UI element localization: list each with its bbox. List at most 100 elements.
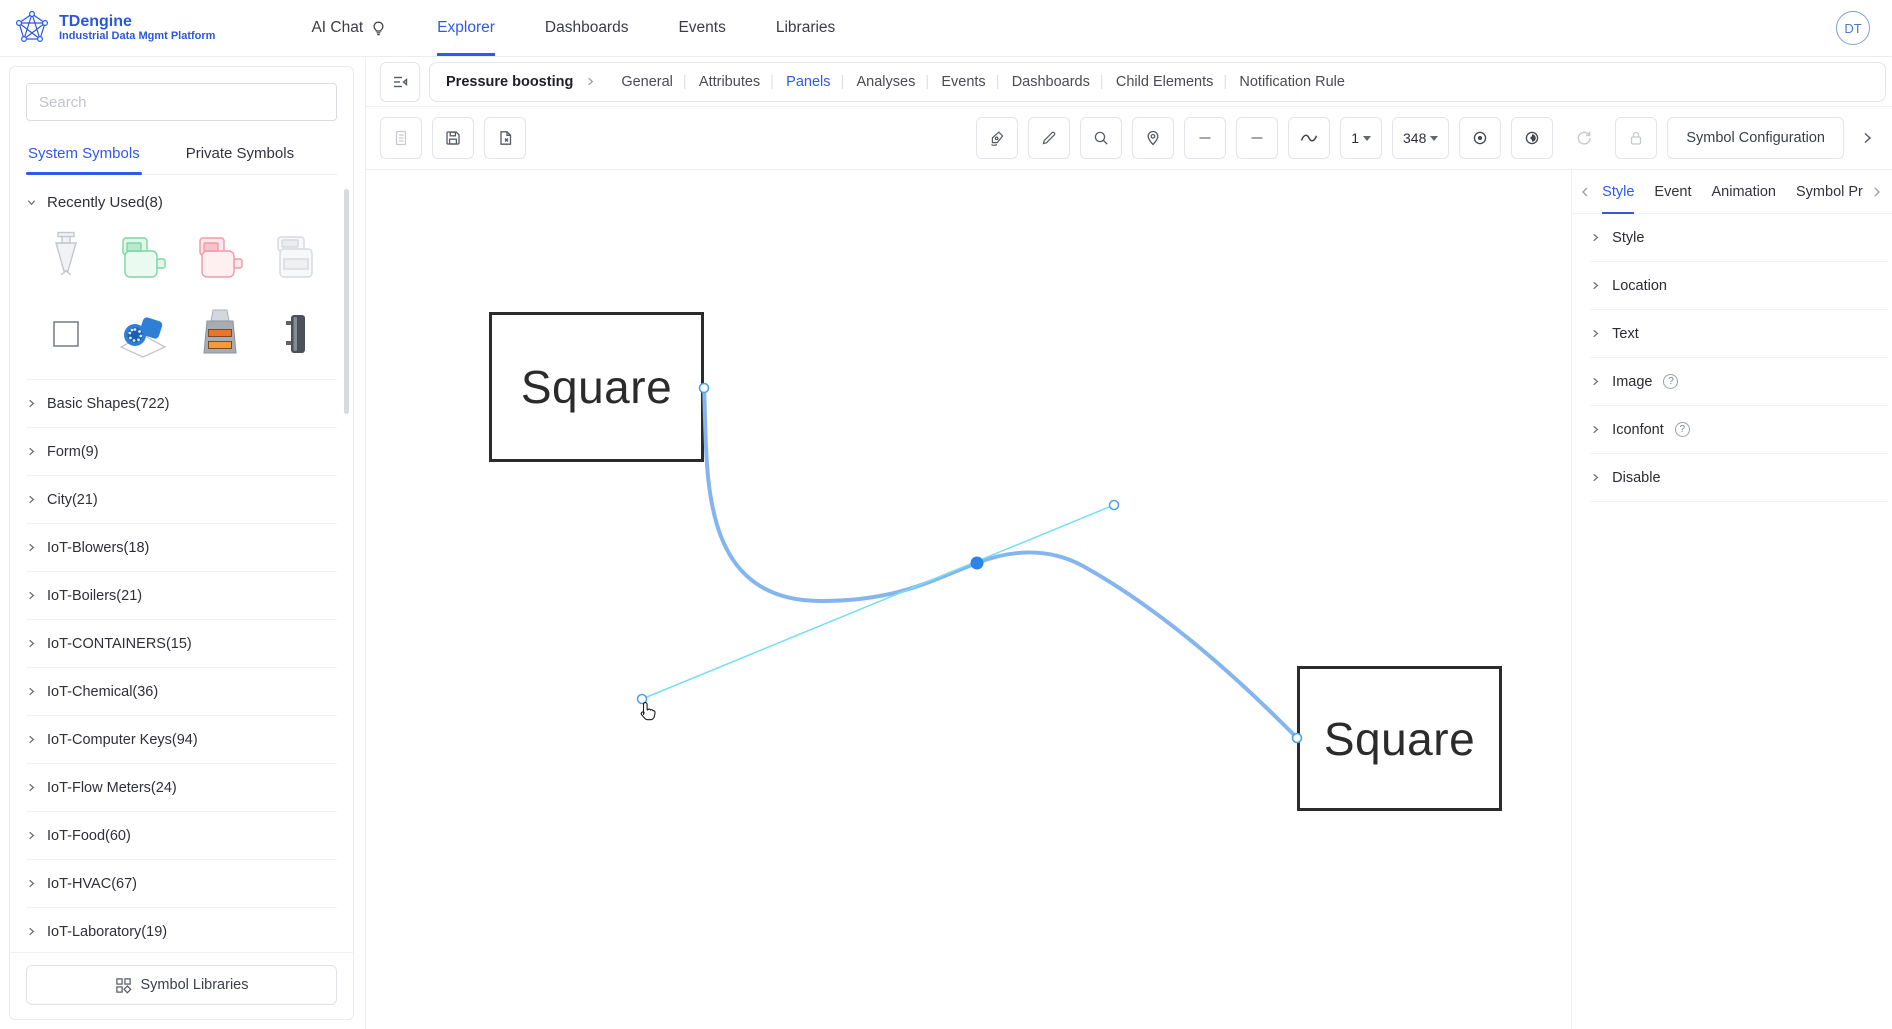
help-icon[interactable] [1663,374,1678,389]
nav-explorer[interactable]: Explorer [437,0,495,56]
tab-child-elements[interactable]: Child Elements [1103,74,1227,90]
line-width-dropdown[interactable]: 1 [1340,117,1382,159]
line-tool-button[interactable] [1184,117,1226,159]
zoom-button[interactable] [1080,117,1122,159]
category-iot-computer-keys[interactable]: IoT-Computer Keys(94) [26,715,337,763]
toolbar-overflow-chevron[interactable] [1854,117,1880,159]
symbol-funnel-separator[interactable] [28,227,105,289]
breadcrumb-title[interactable]: Pressure boosting [446,74,573,90]
symbol-motor-green[interactable] [105,227,182,289]
document-icon [392,129,410,147]
nav-ai-chat[interactable]: AI Chat [311,0,387,56]
curve-tool-button[interactable] [1288,117,1330,159]
category-form[interactable]: Form(9) [26,427,337,475]
tab-attributes[interactable]: Attributes [686,74,773,90]
tab-general[interactable]: General [608,74,686,90]
polyline-tool-button[interactable] [1236,117,1278,159]
tdengine-logo-icon [14,10,50,46]
symbol-blower-blue[interactable] [105,303,182,365]
brand[interactable]: TDengine Industrial Data Mgmt Platform [14,0,215,56]
category-basic-shapes[interactable]: Basic Shapes(722) [26,379,337,427]
tab-private-symbols[interactable]: Private Symbols [184,135,296,174]
editor-toolbar: 1 348 [366,107,1892,170]
refresh-button[interactable] [1563,117,1605,159]
inspector-sections: Style Location Text Image Iconfont Disab… [1572,214,1892,502]
chevron-right-icon [1590,472,1601,483]
tabs-scroll-left-icon[interactable] [1578,186,1592,198]
category-iot-blowers[interactable]: IoT-Blowers(18) [26,523,337,571]
breadcrumb-chevron-icon [585,76,596,87]
inspector-tab-style[interactable]: Style [1592,170,1644,213]
refresh-icon [1575,129,1593,147]
angle-dropdown[interactable]: 348 [1392,117,1449,159]
category-iot-laboratory[interactable]: IoT-Laboratory(19) [26,907,337,952]
symbol-list[interactable]: Recently Used(8) [10,175,353,952]
search-input[interactable] [26,83,337,121]
group-recently-used[interactable]: Recently Used(8) [26,179,337,225]
pencil-button[interactable] [1028,117,1070,159]
chevron-right-icon [1590,232,1601,243]
lock-button[interactable] [1615,117,1657,159]
sidebar-scrollbar[interactable] [344,189,349,414]
symbol-square[interactable] [28,303,105,365]
section-style[interactable]: Style [1590,214,1888,262]
start-point-style-button[interactable] [1459,117,1501,159]
symbol-configuration-button[interactable]: Symbol Configuration [1667,117,1844,159]
symbol-libraries-button[interactable]: Symbol Libraries [26,965,337,1005]
collapse-sidebar-button[interactable] [380,62,420,102]
user-avatar[interactable]: DT [1836,11,1870,45]
tab-panels[interactable]: Panels [773,74,843,90]
line-segment-icon [1248,129,1266,147]
category-city[interactable]: City(21) [26,475,337,523]
section-location[interactable]: Location [1590,262,1888,310]
square-shape-1[interactable]: Square [489,312,704,462]
inspector-panel: Style Event Animation Symbol Pr Style Lo… [1571,170,1892,1029]
tab-notification-rule[interactable]: Notification Rule [1226,74,1358,90]
category-iot-hvac[interactable]: IoT-HVAC(67) [26,859,337,907]
symbol-furnace[interactable] [182,303,259,365]
end-point-style-button[interactable] [1511,117,1553,159]
handle-grip-left[interactable] [638,695,647,704]
nav-dashboards[interactable]: Dashboards [545,0,629,56]
category-iot-boilers[interactable]: IoT-Boilers(21) [26,571,337,619]
circle-half-dot-icon [1523,129,1541,147]
save-button[interactable] [432,117,474,159]
tabs-scroll-right-icon[interactable] [1870,186,1884,198]
tab-dashboards[interactable]: Dashboards [999,74,1103,90]
tab-system-symbols[interactable]: System Symbols [26,135,142,174]
help-icon[interactable] [1675,422,1690,437]
tab-analyses[interactable]: Analyses [844,74,929,90]
bezier-connector[interactable] [704,388,1297,738]
pen-tool-button[interactable] [976,117,1018,159]
symbol-machine-light[interactable] [258,227,335,289]
section-iconfont[interactable]: Iconfont [1590,406,1888,454]
inspector-tab-symbol-pr[interactable]: Symbol Pr [1786,170,1870,213]
shape-label: Square [521,360,672,414]
symbol-motor-red[interactable] [182,227,259,289]
breadcrumb-bar: Pressure boosting General Attributes Pan… [366,57,1892,107]
square-shape-2[interactable]: Square [1297,666,1502,811]
section-text[interactable]: Text [1590,310,1888,358]
curve-control-point[interactable] [971,557,984,570]
category-iot-chemical[interactable]: IoT-Chemical(36) [26,667,337,715]
symbol-sidebar: System Symbols Private Symbols Recently … [0,57,366,1029]
nav-events[interactable]: Events [678,0,725,56]
top-nav: AI Chat Explorer Dashboards Events Libra… [311,0,835,56]
clear-file-button[interactable] [484,117,526,159]
section-disable[interactable]: Disable [1590,454,1888,502]
handle-grip-right[interactable] [1110,501,1119,510]
inspector-tab-animation[interactable]: Animation [1702,170,1786,213]
section-image[interactable]: Image [1590,358,1888,406]
drawing-canvas[interactable]: Square Square [366,170,1571,1029]
chevron-right-icon [26,878,37,889]
collapse-panel-icon [391,73,409,91]
anchor-point-button[interactable] [1132,117,1174,159]
document-button[interactable] [380,117,422,159]
symbol-tank[interactable] [258,303,335,365]
nav-libraries[interactable]: Libraries [776,0,835,56]
tab-events[interactable]: Events [928,74,998,90]
category-iot-food[interactable]: IoT-Food(60) [26,811,337,859]
inspector-tab-event[interactable]: Event [1644,170,1701,213]
category-iot-flow-meters[interactable]: IoT-Flow Meters(24) [26,763,337,811]
category-iot-containers[interactable]: IoT-CONTAINERS(15) [26,619,337,667]
